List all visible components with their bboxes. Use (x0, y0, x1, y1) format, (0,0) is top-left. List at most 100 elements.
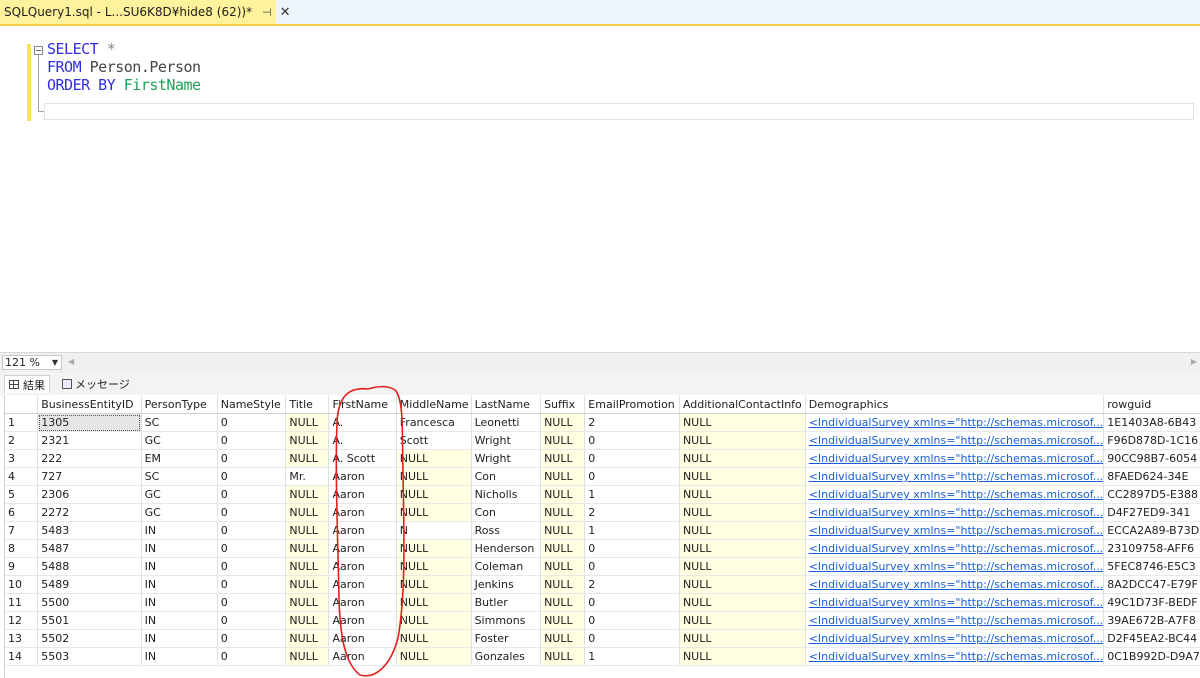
grid-cell[interactable]: F96D878D-1C16 (1103, 431, 1200, 450)
grid-cell[interactable]: Leonetti (471, 413, 542, 432)
grid-cell[interactable]: NULL (396, 467, 472, 486)
grid-cell[interactable]: CC2897D5-E388 (1103, 485, 1200, 504)
grid-cell[interactable]: 2 (584, 503, 680, 522)
row-number[interactable]: 14 (5, 647, 39, 666)
code-line-3[interactable]: ORDER BY FirstName (47, 76, 201, 94)
grid-cell[interactable]: IN (141, 521, 218, 540)
column-header[interactable]: Suffix (540, 395, 586, 414)
grid-cell[interactable]: NULL (285, 629, 330, 648)
grid-cell[interactable]: 0 (217, 413, 287, 432)
grid-cell[interactable]: 2 (584, 575, 680, 594)
grid-cell[interactable]: 0 (217, 539, 287, 558)
xml-link-cell[interactable]: <IndividualSurvey xmlns="http://schemas.… (805, 557, 1105, 576)
grid-cell[interactable]: SC (141, 413, 218, 432)
grid-cell[interactable]: IN (141, 575, 218, 594)
grid-cell[interactable]: 0 (217, 431, 287, 450)
results-grid[interactable]: BusinessEntityID PersonType NameStyle Title… (4, 395, 1200, 678)
row-number[interactable]: 6 (5, 503, 39, 522)
grid-cell[interactable]: NULL (285, 557, 330, 576)
sql-editor[interactable]: SELECT * FROM Person.Person ORDER BY Fir… (0, 26, 1200, 352)
xml-link-cell[interactable]: <IndividualSurvey xmlns="http://schemas.… (805, 593, 1105, 612)
grid-cell[interactable]: NULL (540, 629, 586, 648)
grid-cell[interactable]: NULL (540, 521, 586, 540)
grid-cell[interactable]: NULL (396, 593, 472, 612)
grid-cell[interactable]: 0 (217, 647, 287, 666)
grid-cell[interactable]: 0 (584, 467, 680, 486)
grid-cell[interactable]: 1 (584, 521, 680, 540)
grid-cell[interactable]: SC (141, 467, 218, 486)
column-header[interactable]: EmailPromotion (584, 395, 680, 414)
grid-cell[interactable]: NULL (540, 539, 586, 558)
query-tab[interactable]: SQLQuery1.sql - L...SU6K8D¥hide8 (62))* … (0, 0, 291, 24)
grid-cell[interactable]: NULL (679, 431, 806, 450)
row-number[interactable]: 4 (5, 467, 39, 486)
column-header[interactable]: LastName (471, 395, 542, 414)
scroll-right-icon[interactable]: ▶ (1191, 357, 1197, 366)
xml-link-cell[interactable]: <IndividualSurvey xmlns="http://schemas.… (805, 611, 1105, 630)
grid-cell[interactable]: 2 (584, 413, 680, 432)
grid-cell[interactable]: NULL (285, 647, 330, 666)
xml-link-cell[interactable]: <IndividualSurvey xmlns="http://schemas.… (805, 521, 1105, 540)
grid-cell[interactable]: Mr. (285, 467, 330, 486)
grid-cell[interactable]: NULL (396, 647, 472, 666)
column-header[interactable]: MiddleName (396, 395, 472, 414)
grid-cell[interactable]: 0 (217, 503, 287, 522)
grid-cell[interactable]: Scott (396, 431, 472, 450)
grid-cell[interactable]: Foster (471, 629, 542, 648)
grid-cell[interactable]: 222 (37, 449, 142, 468)
xml-link-cell[interactable]: <IndividualSurvey xmlns="http://schemas.… (805, 485, 1105, 504)
xml-link-cell[interactable]: <IndividualSurvey xmlns="http://schemas.… (805, 449, 1105, 468)
grid-cell[interactable]: Henderson (471, 539, 542, 558)
grid-cell[interactable]: NULL (540, 611, 586, 630)
table-row[interactable]: 9 5488 IN 0 NULL Aaron NULL Coleman NULL 0 NULL <In… (5, 557, 1200, 576)
grid-cell[interactable]: 0 (217, 485, 287, 504)
grid-cell[interactable]: NULL (396, 539, 472, 558)
collapse-icon[interactable] (34, 46, 43, 55)
grid-cell[interactable]: NULL (396, 503, 472, 522)
row-number[interactable]: 10 (5, 575, 39, 594)
table-row[interactable]: 13 5502 IN 0 NULL Aaron NULL Foster NULL 0 NULL <In… (5, 629, 1200, 648)
grid-cell[interactable]: 5FEC8746-E5C3 (1103, 557, 1200, 576)
column-header[interactable]: Demographics (805, 395, 1105, 414)
grid-cell[interactable]: Aaron (328, 557, 397, 576)
grid-cell[interactable]: 0 (584, 593, 680, 612)
grid-cell[interactable]: NULL (285, 611, 330, 630)
close-icon[interactable]: ✕ (280, 5, 291, 20)
xml-link-cell[interactable]: <IndividualSurvey xmlns="http://schemas.… (805, 647, 1105, 666)
scroll-left-icon[interactable]: ◀ (68, 357, 74, 366)
grid-cell[interactable]: 1 (584, 485, 680, 504)
grid-cell[interactable]: Jenkins (471, 575, 542, 594)
grid-cell[interactable]: Francesca (396, 413, 472, 432)
table-row[interactable]: 4 727 SC 0 Mr. Aaron NULL Con NULL 0 NULL <Individu… (5, 467, 1200, 486)
grid-cell[interactable]: 8FAED624-34E (1103, 467, 1200, 486)
grid-cell[interactable]: 0 (217, 467, 287, 486)
grid-cell[interactable]: A. Scott (328, 449, 397, 468)
grid-cell[interactable]: NULL (285, 575, 330, 594)
grid-cell[interactable]: 49C1D73F-BEDF (1103, 593, 1200, 612)
grid-cell[interactable]: 727 (37, 467, 142, 486)
grid-cell[interactable]: NULL (540, 467, 586, 486)
grid-cell[interactable]: NULL (540, 575, 586, 594)
grid-cell[interactable]: 0 (217, 557, 287, 576)
grid-cell[interactable]: NULL (540, 593, 586, 612)
xml-link-cell[interactable]: <IndividualSurvey xmlns="http://schemas.… (805, 575, 1105, 594)
row-number-header[interactable] (5, 395, 39, 414)
grid-cell[interactable]: Aaron (328, 611, 397, 630)
grid-cell[interactable]: 0 (217, 575, 287, 594)
grid-cell[interactable]: NULL (285, 431, 330, 450)
grid-cell[interactable]: 5488 (37, 557, 142, 576)
grid-cell[interactable]: A. (328, 413, 397, 432)
grid-cell[interactable]: Ross (471, 521, 542, 540)
grid-cell[interactable]: 2272 (37, 503, 142, 522)
grid-cell[interactable]: NULL (679, 539, 806, 558)
grid-cell[interactable]: 90CC98B7-6054 (1103, 449, 1200, 468)
grid-cell[interactable]: 0C1B992D-D9A7 (1103, 647, 1200, 666)
grid-cell[interactable]: NULL (679, 593, 806, 612)
row-number[interactable]: 5 (5, 485, 39, 504)
xml-link-cell[interactable]: <IndividualSurvey xmlns="http://schemas.… (805, 467, 1105, 486)
table-row[interactable]: 11 5500 IN 0 NULL Aaron NULL Butler NULL 0 NULL <In… (5, 593, 1200, 612)
grid-cell[interactable]: 0 (584, 431, 680, 450)
grid-cell[interactable]: Aaron (328, 521, 397, 540)
grid-cell[interactable]: NULL (285, 413, 330, 432)
grid-cell[interactable]: NULL (679, 485, 806, 504)
